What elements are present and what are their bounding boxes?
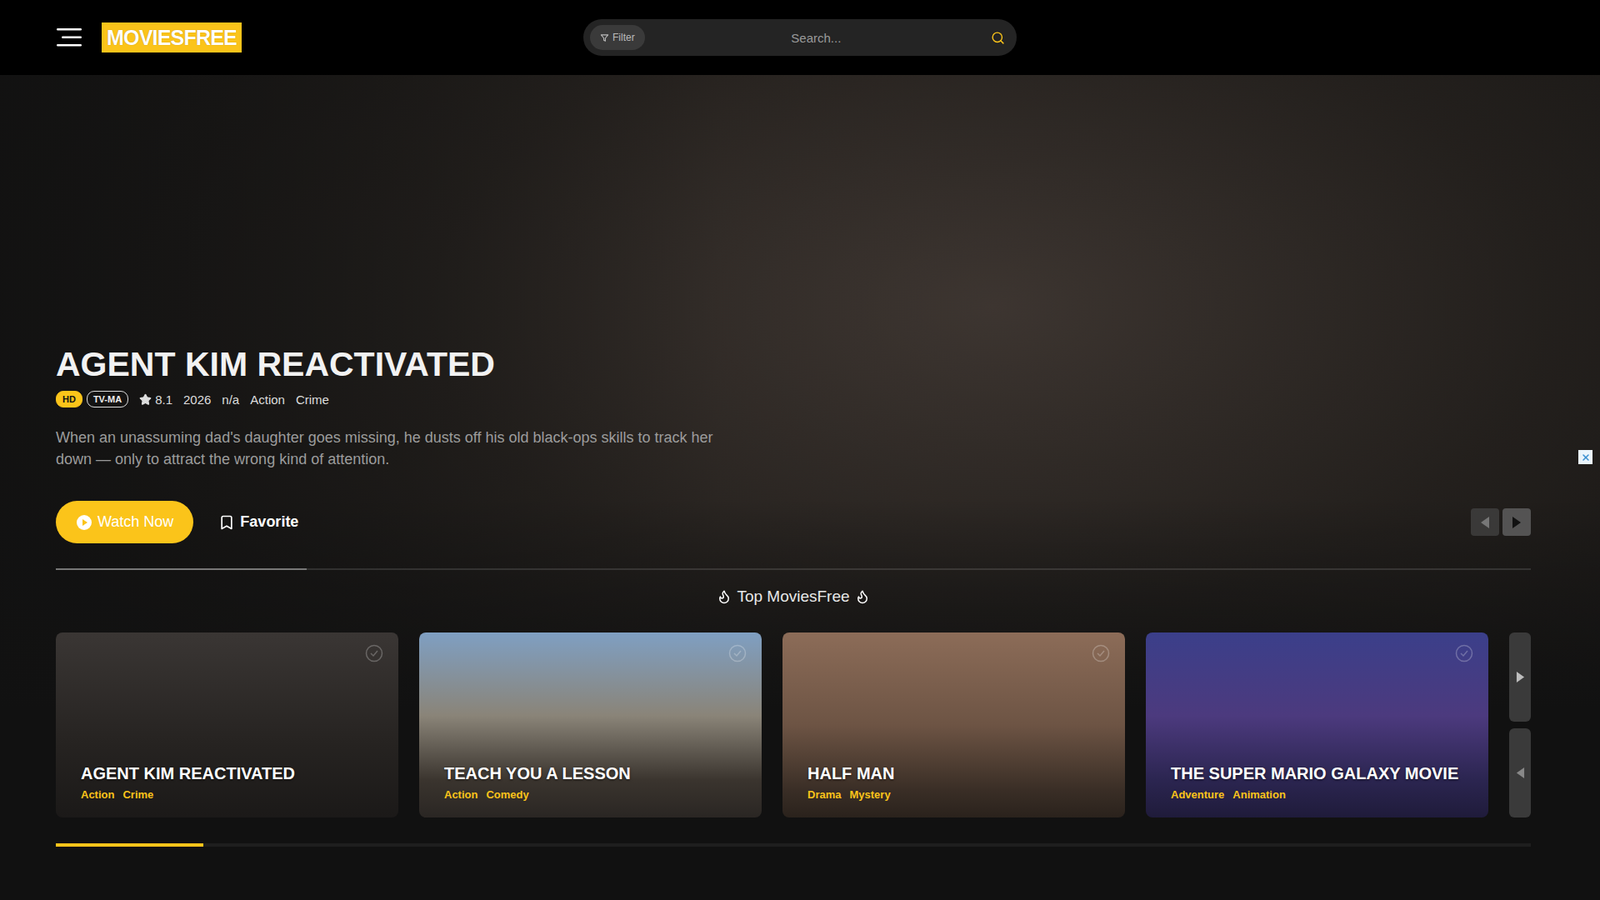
hero-meta: HDTV-MA 8.1 2026 n/a Action Crime bbox=[55, 390, 1531, 409]
next-icon bbox=[1515, 670, 1525, 684]
cards-prev-button[interactable] bbox=[1509, 728, 1531, 818]
hero-description: When an unassuming dad's daughter goes m… bbox=[55, 426, 748, 470]
slide-arrows bbox=[1470, 508, 1531, 536]
badge: HD bbox=[55, 390, 83, 408]
card-genre[interactable]: Crime bbox=[122, 788, 154, 801]
search-input[interactable] bbox=[651, 30, 981, 46]
page: MOVIESFREEFilterAGENT KIM REACTIVATEDHDT… bbox=[0, 0, 1600, 900]
card-title: TEACH YOU A LESSON bbox=[444, 764, 737, 784]
menu-icon bbox=[56, 27, 87, 48]
logo[interactable]: MOVIESFREE bbox=[101, 22, 242, 53]
filter-icon bbox=[600, 33, 610, 43]
card-row: AGENT KIM REACTIVATED Action Crime TEACH YO… bbox=[55, 632, 1531, 818]
card-circle-icon bbox=[365, 644, 384, 663]
card-title: THE SUPER MARIO GALAXY MOVIE bbox=[1170, 764, 1464, 784]
card-genre[interactable]: Action bbox=[444, 788, 478, 801]
card-genre[interactable]: Action bbox=[80, 788, 115, 801]
star-icon bbox=[139, 393, 152, 406]
header-left: MOVIESFREE bbox=[56, 22, 584, 53]
cards-scroll-track bbox=[55, 843, 1531, 847]
close-icon bbox=[1580, 452, 1591, 463]
hero-actions: Watch Now Favorite bbox=[55, 500, 1531, 544]
flame-icon bbox=[855, 589, 870, 605]
favorite-button[interactable]: Favorite bbox=[218, 513, 299, 531]
card-genre[interactable]: Drama bbox=[807, 788, 841, 801]
watch-now-button[interactable]: Watch Now bbox=[55, 500, 194, 544]
card-genres: Adventure Animation bbox=[1170, 788, 1464, 801]
cards-scroll-fill bbox=[55, 843, 204, 847]
movie-card[interactable]: HALF MAN Drama Mystery bbox=[782, 632, 1125, 818]
cards-next-button[interactable] bbox=[1509, 632, 1531, 722]
menu-button[interactable] bbox=[56, 25, 89, 50]
hero: AGENT KIM REACTIVATED HDTV-MA 8.1 2026 n/a Ac… bbox=[0, 75, 1600, 847]
slide-progress bbox=[55, 568, 1531, 570]
header: MOVIESFREE Filter bbox=[0, 0, 1600, 75]
badge: TV-MA bbox=[86, 390, 129, 408]
card-title: AGENT KIM REACTIVATED bbox=[80, 764, 374, 784]
card-title: HALF MAN bbox=[807, 764, 1100, 784]
search-icon bbox=[990, 30, 1005, 45]
card-circle-icon bbox=[1455, 644, 1474, 663]
filter-button[interactable]: Filter bbox=[590, 25, 645, 50]
ad-close-button[interactable] bbox=[1578, 450, 1593, 465]
search-bar: Filter bbox=[583, 19, 1017, 56]
card-genres: Action Crime bbox=[80, 788, 374, 801]
card-nav bbox=[1509, 632, 1531, 818]
year: 2026 bbox=[183, 392, 211, 407]
badge-group: HDTV-MA bbox=[55, 390, 129, 408]
card-genre[interactable]: Comedy bbox=[485, 788, 529, 801]
movie-card[interactable]: THE SUPER MARIO GALAXY MOVIE Adventure Ani… bbox=[1145, 632, 1489, 818]
prev-slide-button[interactable] bbox=[1470, 508, 1500, 536]
flame-icon bbox=[716, 589, 732, 605]
card-circle-icon bbox=[1091, 644, 1110, 663]
card-genres: Drama Mystery bbox=[807, 788, 1100, 801]
card-genres: Action Comedy bbox=[444, 788, 737, 801]
action-group: Watch Now Favorite bbox=[55, 500, 299, 544]
duration: n/a bbox=[221, 392, 240, 407]
next-icon bbox=[1511, 515, 1522, 530]
play-icon bbox=[75, 514, 93, 531]
slide-progress-fill bbox=[55, 568, 307, 570]
prev-icon bbox=[1480, 515, 1490, 530]
bookmark-icon bbox=[218, 514, 235, 531]
card-genre[interactable]: Adventure bbox=[1170, 788, 1225, 801]
card-genre[interactable]: Animation bbox=[1232, 788, 1286, 801]
prev-icon bbox=[1515, 766, 1525, 780]
rating: 8.1 bbox=[139, 392, 173, 407]
next-slide-button[interactable] bbox=[1502, 508, 1531, 536]
section-title: Top MoviesFree bbox=[55, 586, 1531, 607]
hero-genre[interactable]: Crime bbox=[295, 392, 330, 407]
movie-card[interactable]: TEACH YOU A LESSON Action Comedy bbox=[419, 632, 762, 818]
card-genre[interactable]: Mystery bbox=[849, 788, 890, 801]
movie-card[interactable]: AGENT KIM REACTIVATED Action Crime bbox=[55, 632, 399, 818]
search-button[interactable] bbox=[987, 27, 1009, 49]
hero-title: AGENT KIM REACTIVATED bbox=[55, 343, 1531, 385]
card-circle-icon bbox=[728, 644, 747, 663]
hero-genre[interactable]: Action bbox=[250, 392, 285, 407]
